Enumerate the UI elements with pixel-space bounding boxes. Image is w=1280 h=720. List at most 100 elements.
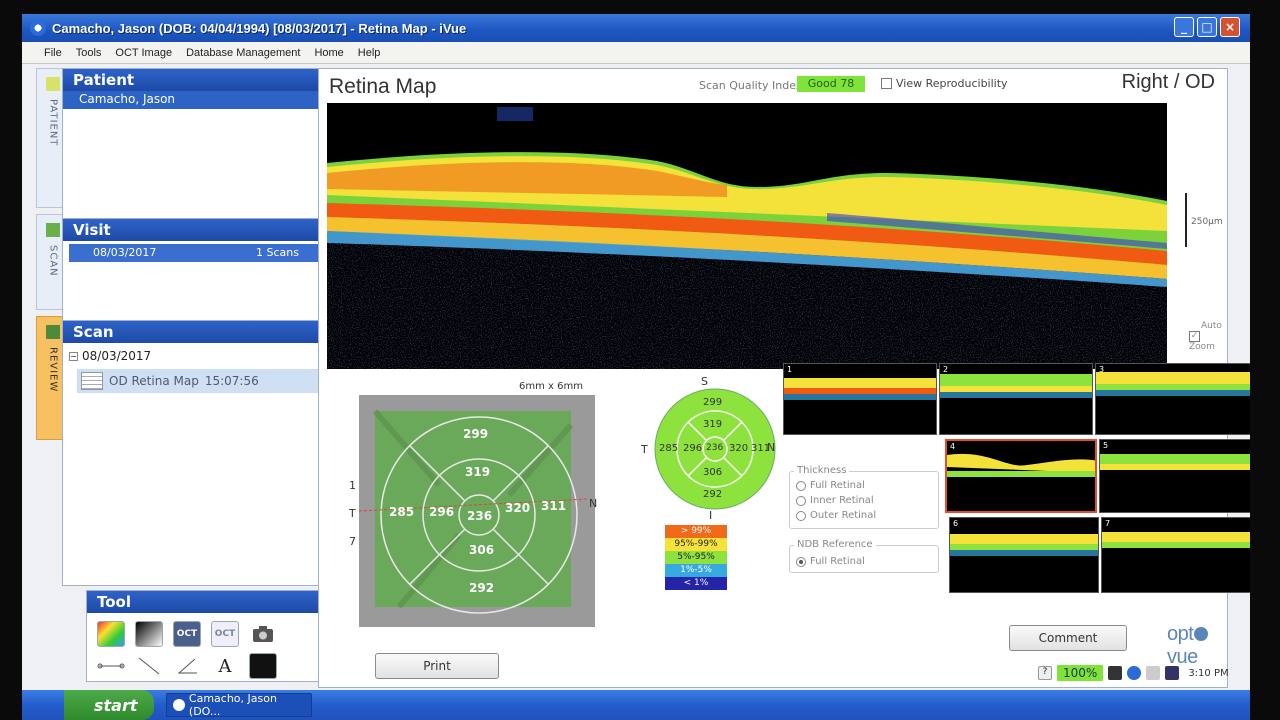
- fundus-outer-temporal: 285: [389, 505, 415, 519]
- patient-icon: [46, 77, 60, 91]
- network-icon[interactable]: [1108, 666, 1123, 680]
- thumbnail-7[interactable]: 7: [1101, 517, 1250, 593]
- thumbnail-2[interactable]: 2: [939, 363, 1093, 435]
- etdrs-inferior-label: I: [709, 509, 713, 522]
- scan-quality-label: Scan Quality Index: [699, 79, 803, 92]
- fundus-temporal-label: T: [349, 507, 356, 520]
- window-title: Camacho, Jason (DOB: 04/04/1994) [08/03/…: [52, 20, 467, 36]
- zoom-level[interactable]: 100%: [1057, 665, 1104, 681]
- menu-help[interactable]: Help: [358, 47, 381, 59]
- oct-bscan-image[interactable]: [327, 103, 1167, 369]
- maximize-button[interactable]: □: [1197, 17, 1217, 37]
- caliper-icon[interactable]: [97, 653, 125, 679]
- window-controls: _ □ ×: [1174, 17, 1240, 37]
- title-bar: Camacho, Jason (DOB: 04/04/1994) [08/03/…: [22, 14, 1250, 42]
- tool-row-2: A: [87, 651, 347, 683]
- color-palette-icon[interactable]: [97, 621, 125, 647]
- scan-quality-value: Good 78: [797, 76, 865, 92]
- tool-panel: Tool OCT OCT A: [86, 590, 348, 682]
- menu-file[interactable]: File: [44, 47, 62, 59]
- tool-row-1: OCT OCT: [87, 613, 347, 651]
- menu-oct-image[interactable]: OCT Image: [115, 47, 172, 59]
- scan-panel: Scan − 08/03/2017 OD Retina Map 15:07:56: [62, 320, 330, 586]
- checkbox[interactable]: ✓: [1189, 331, 1200, 342]
- radio-outer-retinal[interactable]: Outer Retinal: [796, 508, 938, 523]
- app-icon: [173, 699, 185, 711]
- visit-panel: Visit 08/03/2017 1 Scans: [62, 218, 330, 324]
- etdrs-outer-superior: 299: [703, 397, 723, 408]
- scale-label: 250µm: [1191, 217, 1223, 227]
- fundus-tick-top: 1: [349, 479, 356, 492]
- app-icon: [30, 20, 46, 36]
- close-button[interactable]: ×: [1220, 17, 1240, 37]
- scan-header: Scan: [63, 321, 329, 343]
- camera-icon[interactable]: [249, 621, 277, 647]
- menu-tools[interactable]: Tools: [76, 47, 102, 59]
- screen: Camacho, Jason (DOB: 04/04/1994) [08/03/…: [22, 14, 1250, 720]
- monitor-icon[interactable]: [1165, 666, 1180, 680]
- patient-row-selected[interactable]: Camacho, Jason: [63, 91, 329, 109]
- taskbar: start Camacho, Jason (DO...: [22, 690, 1250, 720]
- auto-zoom-checkbox[interactable]: Auto ✓ Zoom: [1189, 321, 1227, 352]
- view-reproducibility-checkbox[interactable]: View Reproducibility: [881, 77, 1008, 90]
- document-icon: [81, 372, 103, 390]
- scan-item-name: OD Retina Map: [109, 374, 199, 388]
- text-tool-icon[interactable]: A: [211, 653, 239, 679]
- legend-95-99: 95%-99%: [665, 538, 727, 551]
- review-icon: [46, 325, 60, 339]
- tool-header: Tool: [87, 591, 347, 613]
- thumbnail-5[interactable]: 5: [1099, 439, 1250, 513]
- retina-map-panel: Retina Map Scan Quality Index Good 78 Vi…: [318, 68, 1250, 688]
- system-tray: ? 100% 3:10 PM: [1038, 660, 1250, 686]
- visit-date: 08/03/2017: [93, 246, 157, 259]
- patient-panel: Patient Camacho, Jason: [62, 68, 330, 222]
- checkbox[interactable]: [881, 78, 892, 89]
- visit-row[interactable]: 08/03/2017 1 Scans: [69, 244, 323, 262]
- taskbar-app-button[interactable]: Camacho, Jason (DO...: [166, 692, 312, 718]
- collapse-icon[interactable]: −: [69, 351, 78, 361]
- fundus-inner-temporal: 296: [429, 505, 455, 519]
- fundus-tick-bottom: 7: [349, 535, 356, 548]
- visit-header: Visit: [63, 219, 329, 241]
- angle-icon[interactable]: [173, 653, 201, 679]
- radio-ndb-full-retinal[interactable]: Full Retinal: [796, 554, 938, 569]
- etdrs-outer-inferior: 292: [703, 489, 723, 500]
- fundus-size-label: 6mm x 6mm: [519, 381, 583, 392]
- thickness-group: Thickness Full Retinal Inner Retinal Out…: [789, 465, 939, 529]
- line-icon[interactable]: [135, 653, 163, 679]
- bscan-view-icon[interactable]: [249, 653, 277, 679]
- thumbnail-4[interactable]: 4: [945, 439, 1097, 513]
- etdrs-outer-temporal: 285: [659, 443, 679, 454]
- fundus-inner-nasal: 320: [505, 501, 531, 515]
- fundus-center: 236: [467, 509, 493, 523]
- normative-legend: > 99% 95%-99% 5%-95% 1%-5% < 1%: [665, 525, 727, 590]
- minimize-button[interactable]: _: [1174, 17, 1194, 37]
- thumbnail-3[interactable]: 3: [1095, 363, 1250, 435]
- fundus-thickness-map[interactable]: 299 319 285 296 236 320 311 306 292: [358, 395, 595, 627]
- comment-button[interactable]: Comment: [1009, 625, 1127, 651]
- etdrs-inner-nasal: 320: [729, 443, 749, 454]
- scan-item[interactable]: OD Retina Map 15:07:56: [77, 369, 323, 393]
- menu-database-management[interactable]: Database Management: [186, 47, 300, 59]
- thumbnail-1[interactable]: 1: [783, 363, 937, 435]
- scan-tree-date[interactable]: − 08/03/2017: [63, 343, 329, 365]
- oct-view-button[interactable]: OCT: [173, 621, 201, 647]
- start-button[interactable]: start: [64, 690, 154, 720]
- etdrs-inner-temporal: 296: [683, 443, 703, 454]
- fundus-outer-superior: 299: [463, 427, 489, 441]
- menu-home[interactable]: Home: [314, 47, 343, 59]
- etdrs-sector-chart[interactable]: 299 319 285 296 236 320 311 306 292: [653, 387, 777, 511]
- scale-bar: [1185, 193, 1187, 247]
- legend-5-95: 5%-95%: [665, 551, 727, 564]
- help-icon[interactable]: ?: [1038, 666, 1052, 680]
- grayscale-icon[interactable]: [135, 621, 163, 647]
- speaker-icon[interactable]: [1146, 666, 1161, 680]
- radio-inner-retinal[interactable]: Inner Retinal: [796, 493, 938, 508]
- legend-above-99: > 99%: [665, 525, 727, 538]
- thumbnail-6[interactable]: 6: [949, 517, 1099, 593]
- oct-overlay-button[interactable]: OCT: [211, 621, 239, 647]
- fundus-inner-superior: 319: [465, 465, 491, 479]
- radio-full-retinal[interactable]: Full Retinal: [796, 478, 938, 493]
- back-icon[interactable]: [1127, 666, 1142, 680]
- print-button[interactable]: Print: [375, 653, 499, 679]
